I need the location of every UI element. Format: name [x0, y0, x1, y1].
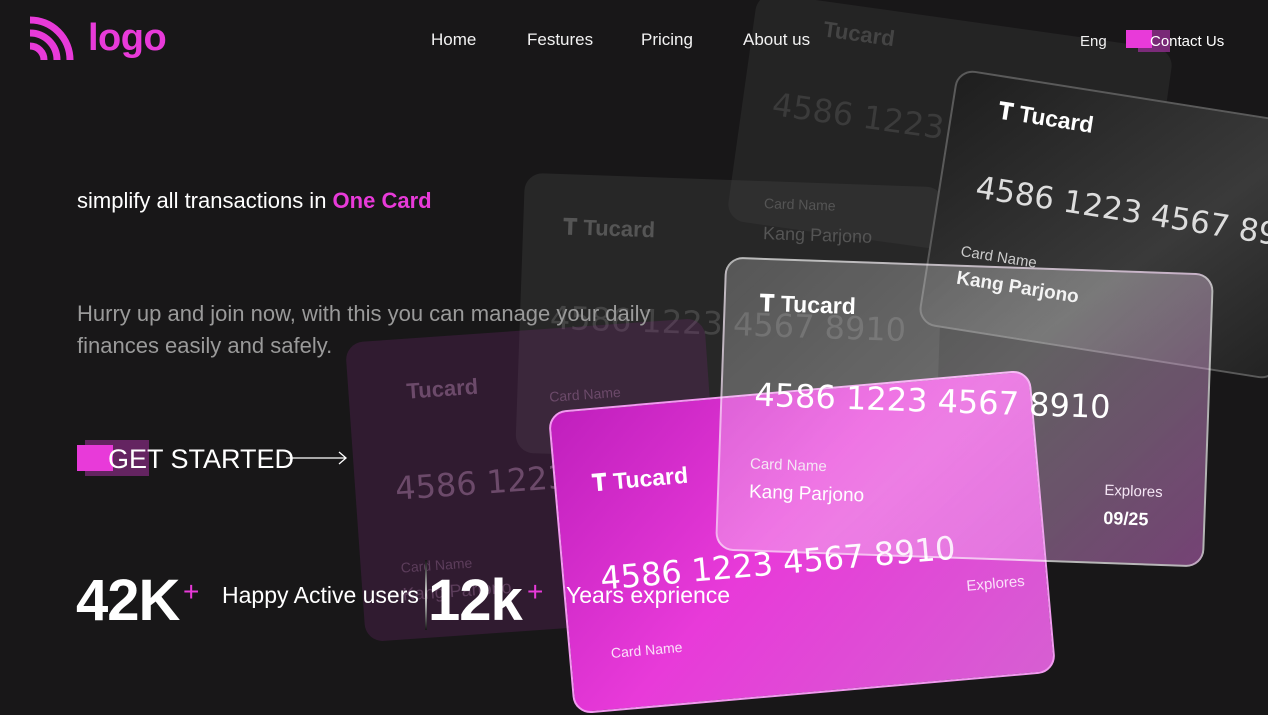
- nav-pricing[interactable]: Pricing: [641, 30, 693, 50]
- card-number: 4586 1223 4567 8910: [769, 85, 1129, 173]
- arrow-right-icon: [286, 451, 347, 465]
- card-expiry: 09/25: [1103, 507, 1149, 530]
- card-name-label: Card Name: [959, 243, 1038, 272]
- stats-divider: [425, 560, 427, 630]
- card-name-label: Card Name: [548, 383, 622, 405]
- hero-headline: simplify all transactions in One Card: [77, 188, 432, 214]
- stat-users-value: 42K: [76, 568, 180, 633]
- card-expiry-label: Explores: [1104, 481, 1163, 501]
- card-number: 4586 1223 4567 8910: [753, 375, 1112, 427]
- cta-label: GET STARTED: [108, 444, 295, 474]
- language-selector[interactable]: Eng: [1080, 33, 1107, 50]
- contact-button[interactable]: Contact Us: [1126, 30, 1224, 52]
- nav-about[interactable]: About us: [743, 30, 810, 50]
- contact-button-accent: [1126, 30, 1152, 48]
- card-brand: 𝐓 Tucard: [562, 214, 656, 243]
- card-brand: 𝐓 Tucard: [590, 461, 690, 497]
- card-brand: Tucard: [821, 16, 897, 52]
- headline-highlight: One Card: [332, 188, 432, 213]
- card-glass: 𝐓 Tucard 4586 1223 4567 8910 Card Name K…: [715, 256, 1214, 568]
- card-name-label: Card Name: [749, 455, 828, 476]
- card-number: 4586 1223 4567 8910: [393, 444, 726, 508]
- card-name: Kang Parjono: [748, 481, 865, 507]
- card-pink: 𝐓 Tucard 4586 1223 4567 8910 Explores Ca…: [547, 369, 1057, 715]
- stat-users-label: Happy Active users: [222, 582, 419, 608]
- nav-features[interactable]: Festures: [527, 30, 593, 50]
- contact-button-label: Contact Us: [1150, 33, 1225, 50]
- stat-years-value: 12k: [428, 568, 523, 633]
- card-brand: Tucard: [405, 373, 479, 404]
- stat-years-plus: +: [527, 576, 544, 607]
- nav-home[interactable]: Home: [431, 30, 476, 50]
- card-brand: 𝐓 Tucard: [759, 289, 857, 320]
- stat-users-plus: +: [183, 576, 200, 607]
- card-brand: 𝐓 Tucard: [996, 97, 1096, 138]
- logo-text: logo: [88, 17, 167, 59]
- card-dark: 𝐓 Tucard 4586 1223 4567 8910 Card Name K…: [916, 68, 1268, 381]
- stat-years-label: Years exprience: [566, 582, 731, 608]
- card-name: Kang Parjono: [762, 223, 873, 247]
- card-expiry-label: Explores: [965, 572, 1026, 595]
- card-name-label: Card Name: [763, 195, 836, 214]
- card-name: Kang Parjono: [955, 267, 1081, 308]
- card-number: 4586 1223 4567 8910: [973, 169, 1268, 260]
- card-name-label: Card Name: [610, 638, 683, 662]
- hero-subtext: Hurry up and join now, with this you can…: [77, 301, 651, 358]
- logo-icon: [29, 16, 74, 61]
- logo[interactable]: logo: [26, 16, 167, 64]
- headline-prefix: simplify all transactions in: [77, 188, 333, 213]
